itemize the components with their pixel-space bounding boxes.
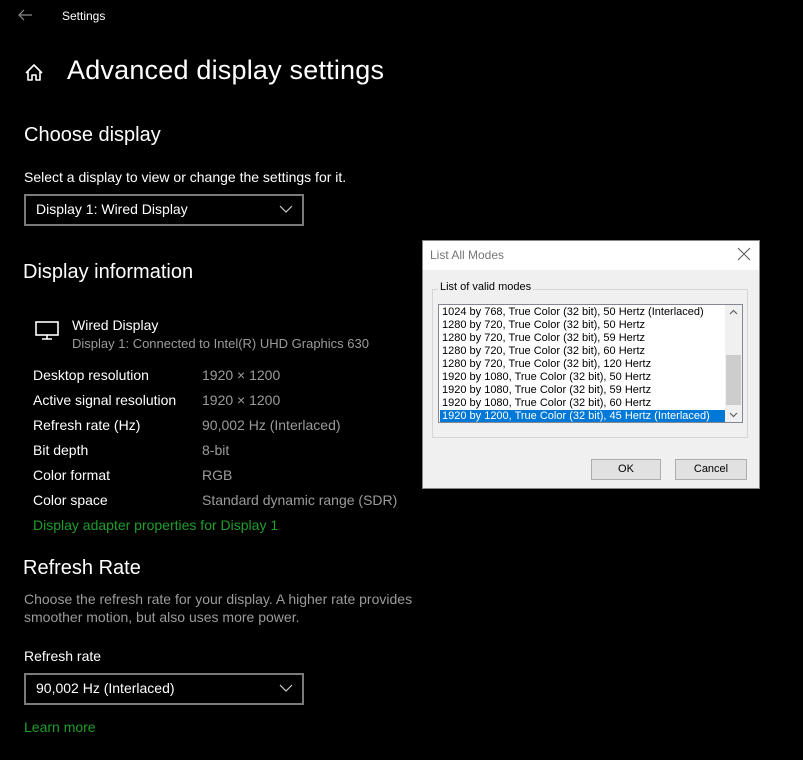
back-arrow-icon[interactable] bbox=[16, 6, 34, 24]
refresh-rate-select-value: 90,002 Hz (Interlaced) bbox=[36, 680, 175, 696]
display-information-heading: Display information bbox=[23, 261, 194, 283]
ok-button[interactable]: OK bbox=[591, 459, 661, 480]
info-value: Standard dynamic range (SDR) bbox=[202, 492, 398, 508]
list-item[interactable]: 1920 by 1080, True Color (32 bit), 50 He… bbox=[440, 371, 727, 384]
cancel-button[interactable]: Cancel bbox=[675, 459, 747, 480]
monitor-icon bbox=[35, 321, 59, 340]
home-icon[interactable] bbox=[24, 63, 44, 83]
display-select[interactable]: Display 1: Wired Display bbox=[24, 194, 304, 226]
display-adapter-properties-link[interactable]: Display adapter properties for Display 1 bbox=[33, 517, 278, 533]
list-item[interactable]: 1280 by 720, True Color (32 bit), 60 Her… bbox=[440, 345, 727, 358]
dialog-title: List All Modes bbox=[430, 248, 505, 262]
list-item[interactable]: 1280 by 720, True Color (32 bit), 120 He… bbox=[440, 358, 727, 371]
list-item-selected[interactable]: 1920 by 1200, True Color (32 bit), 45 He… bbox=[440, 410, 727, 422]
refresh-rate-description-line2: smoother motion, but also uses more powe… bbox=[24, 609, 300, 625]
refresh-rate-description-line1: Choose the refresh rate for your display… bbox=[24, 591, 413, 607]
display-select-value: Display 1: Wired Display bbox=[36, 201, 188, 217]
valid-modes-group-label: List of valid modes bbox=[438, 281, 534, 293]
info-value: 8-bit bbox=[202, 442, 230, 458]
modes-listbox[interactable]: 1024 by 768, True Color (32 bit), 50 Her… bbox=[438, 304, 743, 423]
refresh-rate-select[interactable]: 90,002 Hz (Interlaced) bbox=[24, 673, 304, 705]
list-item[interactable]: 1280 by 720, True Color (32 bit), 50 Her… bbox=[440, 319, 727, 332]
dialog-title-bar[interactable]: List All Modes bbox=[423, 241, 759, 270]
info-label: Bit depth bbox=[33, 442, 89, 458]
page-title: Advanced display settings bbox=[67, 55, 385, 85]
info-label: Color format bbox=[33, 467, 111, 483]
learn-more-link[interactable]: Learn more bbox=[24, 719, 96, 735]
list-item[interactable]: 1920 by 1080, True Color (32 bit), 60 He… bbox=[440, 397, 727, 410]
info-label: Desktop resolution bbox=[33, 367, 149, 383]
info-value: RGB bbox=[202, 467, 233, 483]
info-value: 1920 × 1200 bbox=[202, 367, 281, 383]
scroll-down-arrow-icon[interactable] bbox=[725, 407, 742, 422]
choose-display-heading: Choose display bbox=[24, 124, 161, 146]
chevron-down-icon bbox=[279, 205, 293, 213]
list-item[interactable]: 1024 by 768, True Color (32 bit), 50 Her… bbox=[440, 306, 727, 319]
monitor-name: Wired Display bbox=[72, 317, 159, 333]
list-item[interactable]: 1920 by 1080, True Color (32 bit), 59 He… bbox=[440, 384, 727, 397]
list-item[interactable]: 1280 by 720, True Color (32 bit), 59 Her… bbox=[440, 332, 727, 345]
listbox-scrollbar[interactable] bbox=[725, 305, 742, 422]
scroll-up-arrow-icon[interactable] bbox=[725, 305, 742, 320]
choose-display-description: Select a display to view or change the s… bbox=[24, 169, 347, 185]
chevron-down-icon bbox=[279, 684, 293, 692]
list-all-modes-dialog: List All Modes List of valid modes 1024 … bbox=[422, 240, 760, 489]
info-value: 90,002 Hz (Interlaced) bbox=[202, 417, 341, 433]
info-label: Color space bbox=[33, 492, 108, 508]
close-icon[interactable] bbox=[737, 247, 751, 261]
info-label: Active signal resolution bbox=[33, 392, 177, 408]
refresh-rate-heading: Refresh Rate bbox=[23, 557, 141, 579]
info-value: 1920 × 1200 bbox=[202, 392, 281, 408]
monitor-subtitle: Display 1: Connected to Intel(R) UHD Gra… bbox=[72, 336, 369, 351]
refresh-rate-label: Refresh rate bbox=[24, 648, 102, 664]
scrollbar-thumb[interactable] bbox=[726, 355, 741, 405]
window-title: Settings bbox=[62, 9, 106, 23]
info-label: Refresh rate (Hz) bbox=[33, 417, 141, 433]
